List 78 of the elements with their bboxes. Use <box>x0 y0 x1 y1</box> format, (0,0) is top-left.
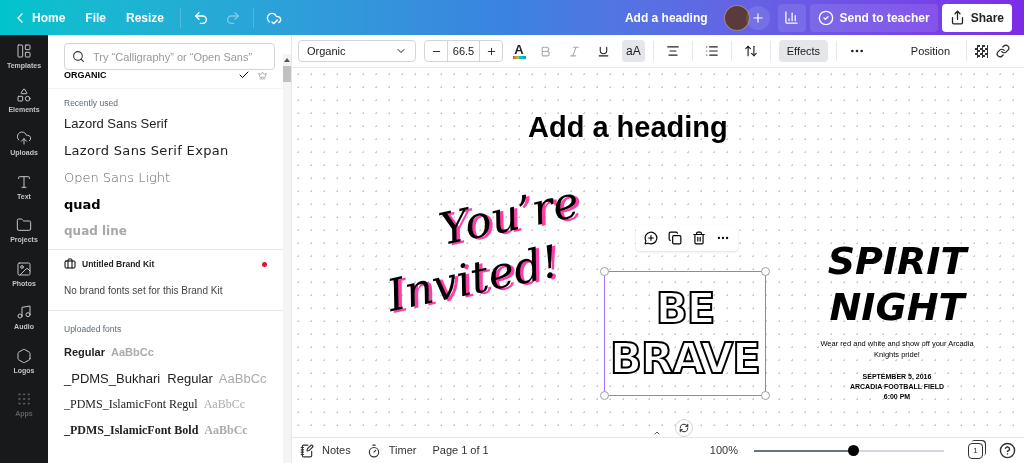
section-heading: Uploaded fonts <box>64 322 123 336</box>
cloud-upload-icon <box>16 130 32 146</box>
plus-icon <box>750 10 765 25</box>
outlined-text: BE <box>655 283 715 334</box>
scrollbar-thumb[interactable] <box>282 66 291 82</box>
font-option[interactable]: _PDMS_IslamicFont Regul AaBbCc <box>64 391 267 418</box>
align-center-icon[interactable] <box>665 44 680 58</box>
layout-icon <box>16 43 32 59</box>
effects-button[interactable]: Effects <box>778 40 829 62</box>
scroll-up-icon <box>283 58 290 62</box>
notes-button[interactable]: Notes <box>300 442 351 459</box>
spacing-icon[interactable] <box>743 44 758 58</box>
comment-icon[interactable] <box>644 231 658 245</box>
folder-icon <box>16 217 32 233</box>
duplicate-icon[interactable] <box>668 231 682 245</box>
notes-icon <box>300 443 314 458</box>
heading-text[interactable]: Add a heading <box>528 106 728 150</box>
text-icon <box>16 173 32 190</box>
font-option[interactable]: Lazord Sans Serif Expan <box>64 136 267 164</box>
resize-handle[interactable] <box>600 391 609 400</box>
font-option[interactable]: ORGANIC <box>48 70 283 80</box>
font-option[interactable]: Lazord Sans Serif <box>64 109 267 137</box>
brand-kit-note: No brand fonts set for this Brand Kit <box>64 283 224 298</box>
search-icon <box>72 50 85 63</box>
font-option[interactable]: Regular AaBbCc <box>64 339 267 366</box>
font-sample: AaBbCc <box>203 396 245 414</box>
insights-button[interactable] <box>777 3 806 32</box>
text-color-button[interactable]: A <box>511 43 527 59</box>
font-size-value: 66.5 <box>447 41 480 61</box>
share-icon <box>949 10 965 25</box>
font-option[interactable]: quad <box>64 190 267 218</box>
transparency-icon[interactable] <box>975 44 988 58</box>
poster-title[interactable]: SPIRIT <box>827 238 967 284</box>
font-sample: AaBbCc <box>218 369 267 388</box>
chevron-up-icon <box>653 429 661 437</box>
resize-handle[interactable] <box>761 391 770 400</box>
page-count: Page 1 of 1 <box>432 443 489 459</box>
font-option[interactable]: _PDMS_Bukhari Regular AaBbCc <box>64 365 267 392</box>
poster-title[interactable]: NIGHT <box>829 284 965 330</box>
trash-icon[interactable] <box>692 231 706 245</box>
zoom-percentage[interactable]: 100% <box>709 442 738 459</box>
timer-button[interactable]: Timer <box>366 442 417 459</box>
hexagon-icon <box>16 347 32 364</box>
font-dropdown[interactable]: Organic <box>298 40 416 62</box>
font-sample: AaBbCc <box>110 345 154 360</box>
position-button[interactable]: Position <box>910 42 950 60</box>
section-heading: Recently used <box>64 97 119 110</box>
send-to-teacher-button[interactable]: Send to teacher <box>809 3 938 32</box>
grid-dots-icon <box>16 391 32 407</box>
avatar[interactable] <box>723 4 750 31</box>
check-circle-icon <box>817 9 834 26</box>
link-icon[interactable] <box>996 44 1010 58</box>
font-option[interactable]: _PDMS_IslamicFont Bold AaBbCc <box>64 417 267 444</box>
design-title[interactable]: Add a heading <box>624 8 708 27</box>
undo-icon[interactable] <box>193 9 210 26</box>
brand-kit-icon <box>64 258 76 271</box>
bar-chart-icon <box>784 10 800 25</box>
add-collaborator-button[interactable] <box>745 5 770 30</box>
help-icon[interactable] <box>999 442 1016 459</box>
font-option[interactable]: Open Sans Light <box>64 163 267 191</box>
timer-icon <box>366 443 381 458</box>
resize-handle[interactable] <box>761 267 770 276</box>
share-button[interactable]: Share <box>941 3 1012 32</box>
image-icon <box>16 260 32 277</box>
shapes-icon <box>16 86 32 103</box>
underline-icon[interactable] <box>597 44 610 58</box>
pages-button[interactable]: 1 <box>968 442 983 459</box>
music-note-icon <box>16 304 32 320</box>
plus-icon <box>485 45 497 57</box>
list-icon[interactable] <box>704 44 719 58</box>
font-size-stepper[interactable]: 66.5 <box>424 40 503 62</box>
font-sample: AaBbCc <box>204 422 248 440</box>
resize-handle[interactable] <box>600 267 609 276</box>
rotate-handle[interactable] <box>675 419 693 437</box>
brand-kit-title[interactable]: Untitled Brand Kit <box>82 257 256 271</box>
crown-icon <box>257 70 267 80</box>
font-search-field[interactable]: Try “Calligraphy” or “Open Sans” <box>64 43 275 70</box>
letter-case-button[interactable]: aA <box>622 40 645 62</box>
